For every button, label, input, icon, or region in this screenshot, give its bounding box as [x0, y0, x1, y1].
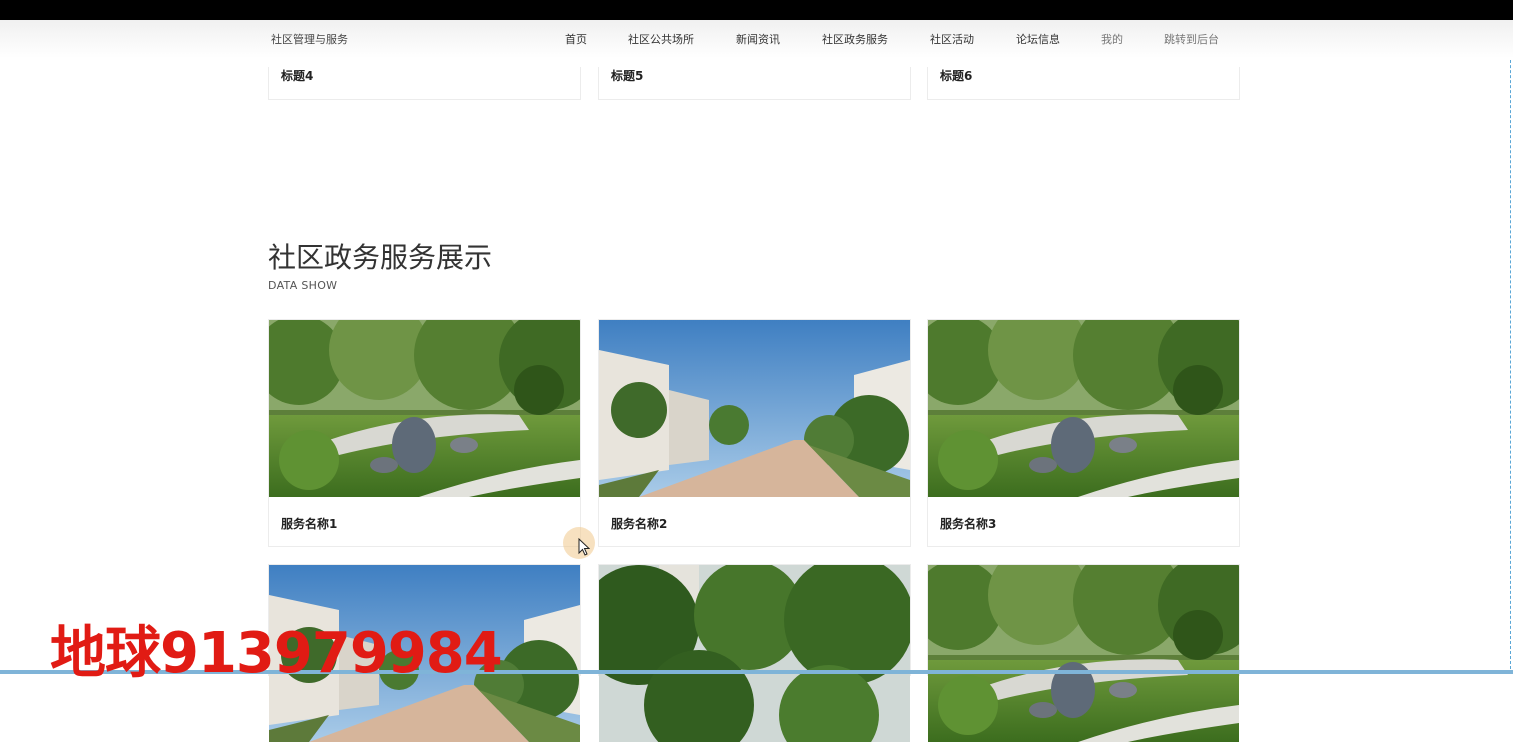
nav-item-home[interactable]: 首页	[565, 31, 587, 47]
site-brand[interactable]: 社区管理与服务	[271, 31, 348, 47]
nav-item-admin[interactable]: 跳转到后台	[1164, 31, 1219, 47]
prev-card-4[interactable]: 标题4	[268, 67, 581, 100]
service-image[interactable]	[599, 565, 910, 742]
nav-item-forum[interactable]: 论坛信息	[1016, 31, 1060, 47]
nav-item-news[interactable]: 新闻资讯	[736, 31, 780, 47]
service-image[interactable]	[599, 320, 910, 497]
window-right-edge	[1510, 20, 1511, 674]
prev-card-title: 标题5	[611, 69, 644, 83]
watermark: 地球913979984	[50, 621, 503, 686]
nav-item-activities[interactable]: 社区活动	[930, 31, 974, 47]
nav-item-gov-services[interactable]: 社区政务服务	[822, 31, 888, 47]
prev-card-title: 标题6	[940, 69, 973, 83]
prev-card-title: 标题4	[281, 69, 314, 83]
prev-card-5[interactable]: 标题5	[598, 67, 911, 100]
service-image[interactable]	[928, 320, 1239, 497]
nav-item-mine[interactable]: 我的	[1101, 31, 1123, 47]
service-image[interactable]	[269, 320, 580, 497]
service-name: 服务名称1	[281, 517, 338, 531]
prev-card-6[interactable]: 标题6	[927, 67, 1240, 100]
service-card-6[interactable]	[927, 564, 1240, 676]
section-title: 社区政务服务展示	[268, 241, 493, 274]
service-name: 服务名称3	[940, 517, 997, 531]
mouse-cursor-icon	[578, 538, 590, 556]
service-card-2[interactable]: 服务名称2	[598, 319, 911, 547]
service-card-3[interactable]: 服务名称3	[927, 319, 1240, 547]
service-image[interactable]	[928, 565, 1239, 742]
window-top-bar	[0, 0, 1513, 20]
service-card-5[interactable]	[598, 564, 911, 676]
service-name: 服务名称2	[611, 517, 668, 531]
top-navigation: 社区管理与服务 首页 社区公共场所 新闻资讯 社区政务服务 社区活动 论坛信息 …	[0, 20, 1513, 58]
section-subtitle: DATA SHOW	[268, 279, 338, 292]
nav-item-public-places[interactable]: 社区公共场所	[628, 31, 694, 47]
service-card-1[interactable]: 服务名称1	[268, 319, 581, 547]
